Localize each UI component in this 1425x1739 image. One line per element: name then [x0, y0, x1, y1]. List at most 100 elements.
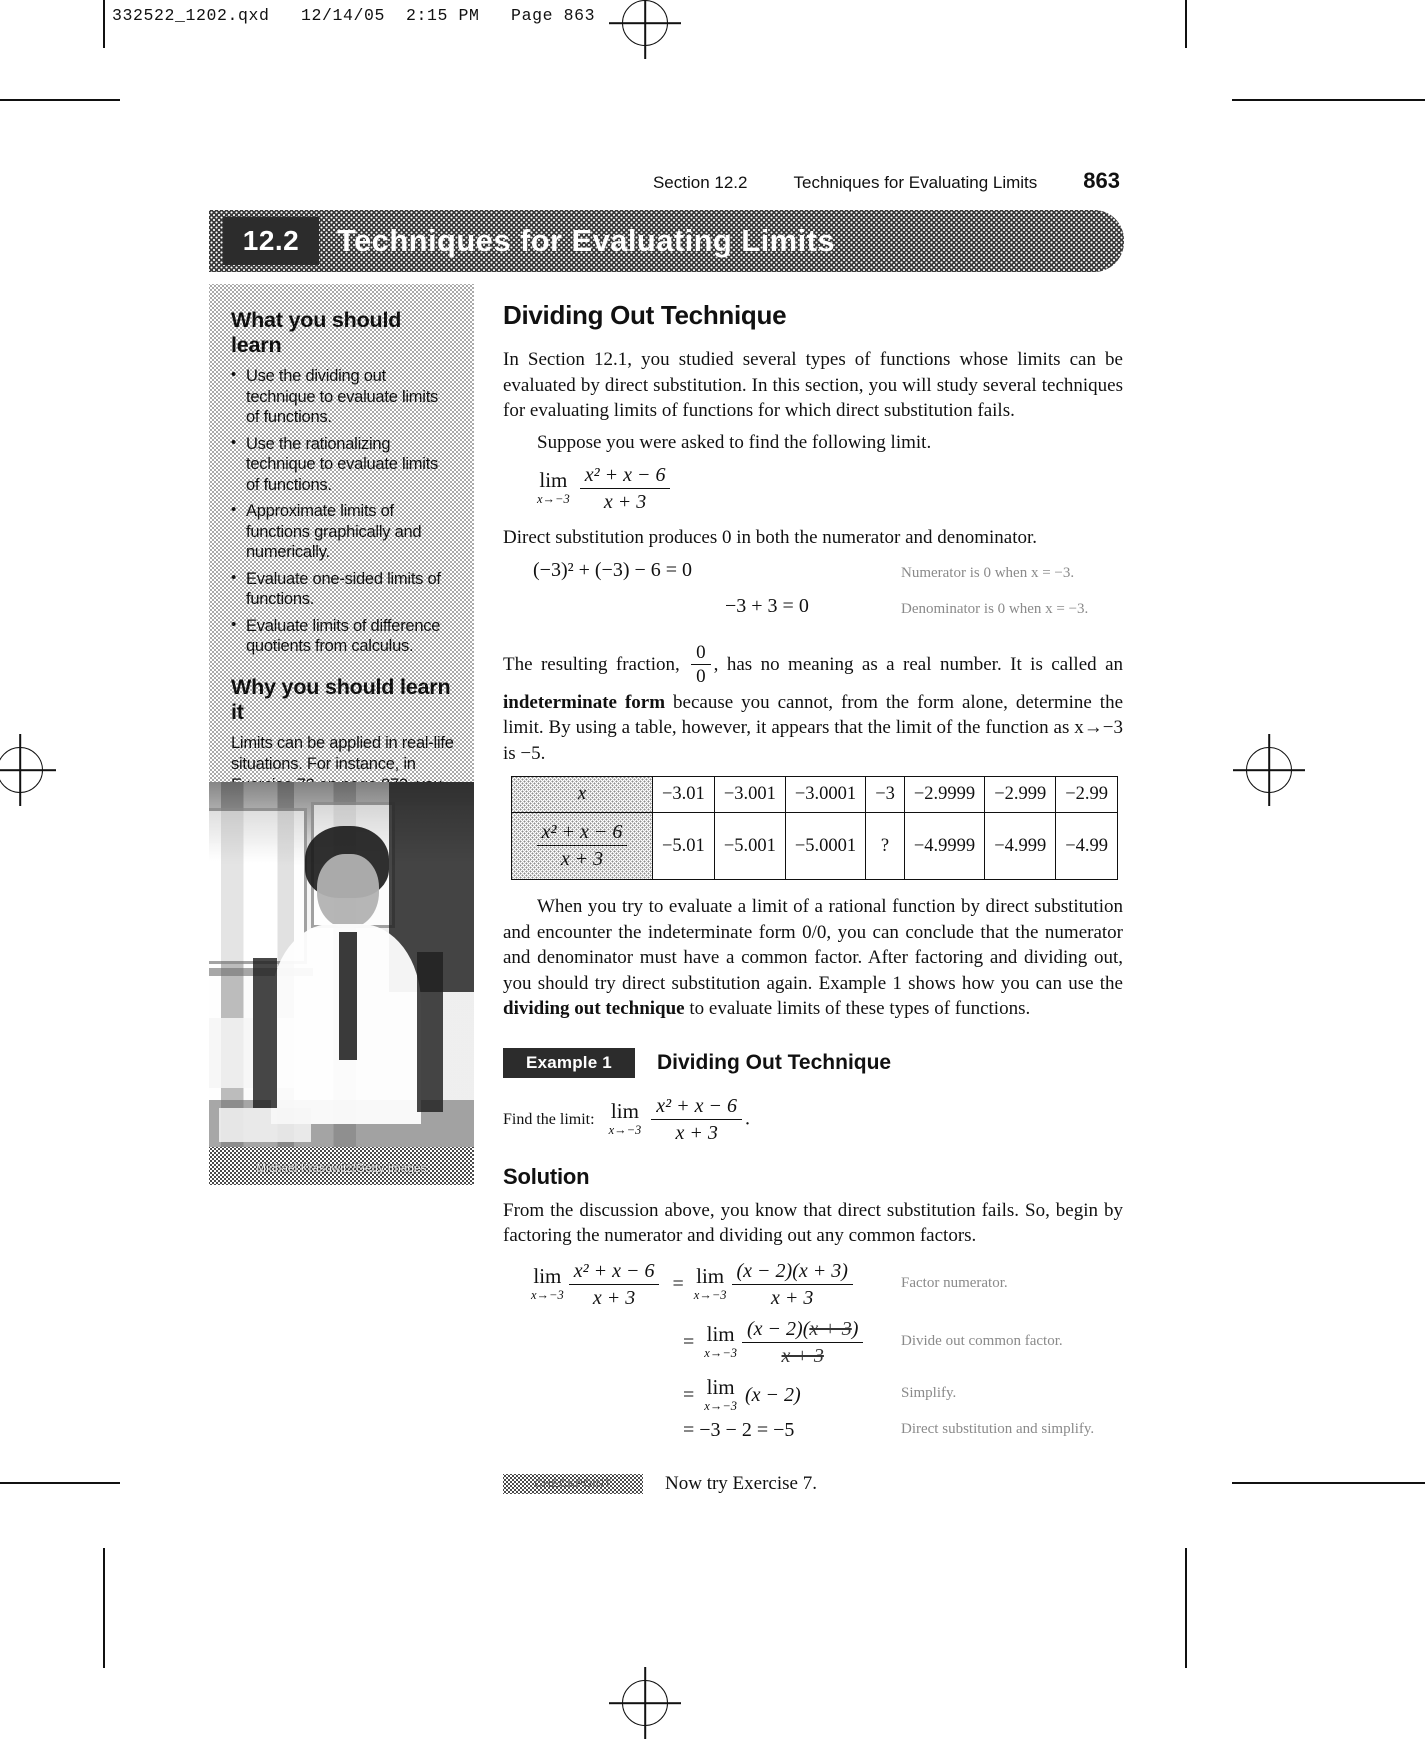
crop-mark-top-left: [103, 0, 105, 48]
table-cell: −3.0001: [784, 776, 867, 814]
checkpoint-tag: CHECKPOINT: [503, 1473, 643, 1494]
cancelled-factor: x + 3: [781, 1344, 824, 1367]
list-item: Evaluate limits of difference quotients …: [231, 615, 454, 657]
equals-sign: =: [683, 1384, 695, 1407]
table-cell: −4.99: [1055, 812, 1119, 881]
solution-note-3: Simplify.: [901, 1384, 957, 1401]
limit-word: lim: [610, 1099, 639, 1124]
photo-credit: Michael Krasowitz/Getty Images: [256, 1163, 427, 1175]
equals-sign: =: [683, 1331, 695, 1354]
paragraph-intro: In Section 12.1, you studied several typ…: [503, 349, 1123, 421]
paragraph-direct-substitution: Direct substitution produces 0 in both t…: [503, 527, 1038, 548]
registration-mark-right: [1246, 747, 1292, 793]
table-row: x² + x − 6 x + 3 −5.01 −5.001 −5.0001 ? …: [511, 812, 1119, 881]
table-cell: −5.01: [652, 812, 715, 881]
table-cell: ?: [865, 812, 905, 881]
table-cell: −3.01: [652, 776, 715, 814]
sidebar-photo: Michael Krasowitz/Getty Images: [209, 782, 474, 1185]
trim-rule-bottom-right: [1232, 1482, 1425, 1484]
photo-person-face: [317, 854, 379, 928]
term-indeterminate-form: indeterminate form: [503, 691, 666, 713]
term-dividing-out-technique: dividing out technique: [503, 998, 685, 1020]
limit-operator: lim x→−3: [694, 1266, 727, 1304]
section-banner: 12.2 Techniques for Evaluating Limits: [209, 210, 1124, 272]
sidebar-learn-heading: What you should learn: [231, 308, 402, 357]
fraction-numerator: 0: [691, 641, 711, 666]
table-cell: −2.999: [984, 776, 1057, 814]
list-item: Evaluate one-sided limits of functions.: [231, 568, 454, 610]
trim-rule-top-right: [1232, 99, 1425, 101]
list-item: Approximate limits of functions graphica…: [231, 500, 454, 563]
limit-subscript: x→−3: [693, 1288, 727, 1303]
crop-mark-bottom-left: [103, 1548, 105, 1668]
paragraph-common-factor: When you try to evaluate a limit of a ra…: [503, 894, 1123, 1022]
limit-subscript: x→−3: [704, 1346, 738, 1361]
checkpoint-row: CHECKPOINT Now try Exercise 7.: [503, 1473, 1123, 1495]
table-row: x −3.01 −3.001 −3.0001 −3 −2.9999 −2.999…: [511, 776, 1119, 814]
solution-note-1: Factor numerator.: [901, 1274, 1008, 1291]
paragraph-suppose: Suppose you were asked to find the follo…: [537, 431, 932, 453]
solution-steps: lim x→−3 x² + x − 6 x + 3 = lim x→−3 (x …: [503, 1259, 1123, 1459]
solution-text: From the discussion above, you know that…: [503, 1199, 1123, 1247]
solution-step-4: = −3 − 2 = −5: [683, 1418, 795, 1441]
solution-step-3: = lim x→−3 (x − 2): [683, 1374, 801, 1415]
example-tag: Example 1: [503, 1047, 635, 1078]
limit-operator: lim x→−3: [609, 1101, 642, 1139]
section-number: 12.2: [223, 217, 319, 265]
running-head-section: Section 12.2: [652, 173, 748, 192]
crop-mark-top-right: [1185, 0, 1187, 48]
limit-word: lim: [706, 1374, 735, 1399]
fraction: x² + x − 6 x + 3: [568, 1259, 660, 1311]
substitution-line-2: −3 + 3 = 0: [725, 594, 809, 617]
limit-word: lim: [696, 1264, 725, 1289]
fraction-numerator: x² + x − 6: [568, 1259, 660, 1285]
limit-word: lim: [533, 1264, 562, 1289]
table-cell: −5.0001: [784, 812, 867, 881]
solution-step-2: = lim x→−3 (x − 2)(x + 3) x + 3: [683, 1317, 866, 1369]
paragraph-indeterminate-a: The resulting fraction,: [503, 653, 689, 675]
solution-note-4: Direct substitution and simplify.: [901, 1420, 1095, 1437]
fraction-numerator: x² + x − 6: [536, 820, 628, 847]
photo-image: [209, 782, 474, 1162]
registration-mark-bottom: [622, 1680, 668, 1726]
limit-operator: lim x→−3: [704, 1374, 737, 1415]
list-item: Use the dividing out technique to evalua…: [231, 365, 454, 428]
photo-frame: Michael Krasowitz/Getty Images: [209, 782, 474, 1185]
fraction: x² + x − 6 x + 3: [536, 820, 628, 872]
table-cell: −5.001: [713, 812, 786, 881]
fraction-zero-over-zero: 00: [691, 641, 711, 690]
photo-shoulder-shadow: [253, 958, 277, 1108]
table-cell: −4.9999: [903, 812, 986, 881]
photo-window-panel: [209, 808, 307, 964]
trim-rule-bottom-left: [0, 1482, 120, 1484]
section-title: Techniques for Evaluating Limits: [337, 223, 835, 258]
period: .: [745, 1107, 751, 1130]
fraction-denominator: x + 3: [742, 1343, 863, 1369]
main-content: Dividing Out Technique In Section 12.1, …: [503, 300, 1123, 1495]
limit-subscript: x→−3: [537, 492, 570, 507]
display-limit-1: lim x→−3 x² + x − 6 x + 3: [503, 463, 1123, 515]
fraction-numerator: (x − 2)(x + 3): [731, 1259, 853, 1285]
substitution-block: (−3)² + (−3) − 6 = 0 Numerator is 0 when…: [503, 559, 1123, 635]
example-title: Dividing Out Technique: [657, 1050, 892, 1074]
limit-subscript: x→−3: [531, 1288, 564, 1303]
trim-rule-top-left: [0, 99, 120, 101]
limit-subscript: x→−3: [608, 1123, 642, 1138]
fraction-numerator: x² + x − 6: [651, 1094, 743, 1120]
file-stamp: 332522_1202.qxd 12/14/05 2:15 PM Page 86…: [112, 6, 596, 25]
solution-heading: Solution: [503, 1163, 590, 1189]
solution-step-1: lim x→−3 x² + x − 6 x + 3 = lim x→−3 (x …: [531, 1259, 856, 1311]
fraction: (x − 2)(x + 3) x + 3: [731, 1259, 853, 1311]
table-cell: −3: [865, 776, 905, 814]
running-head-title: Techniques for Evaluating Limits: [793, 173, 1038, 192]
fraction-denominator: x + 3: [592, 1286, 636, 1309]
fraction-denominator: 0: [696, 666, 706, 688]
solution-note-2: Divide out common factor.: [901, 1332, 1063, 1349]
limit-operator: lim x→−3: [537, 470, 570, 508]
table-row-header-expr: x² + x − 6 x + 3: [511, 812, 653, 881]
substitution-note-2: Denominator is 0 when x = −3.: [901, 600, 1089, 617]
fraction: x² + x − 6 x + 3: [579, 463, 671, 515]
page-number: 863: [1083, 168, 1120, 193]
sidebar-why-heading: Why you should learn it: [231, 674, 451, 724]
paragraph-common-factor-a: When you try to evaluate a limit of a ra…: [503, 896, 1123, 994]
